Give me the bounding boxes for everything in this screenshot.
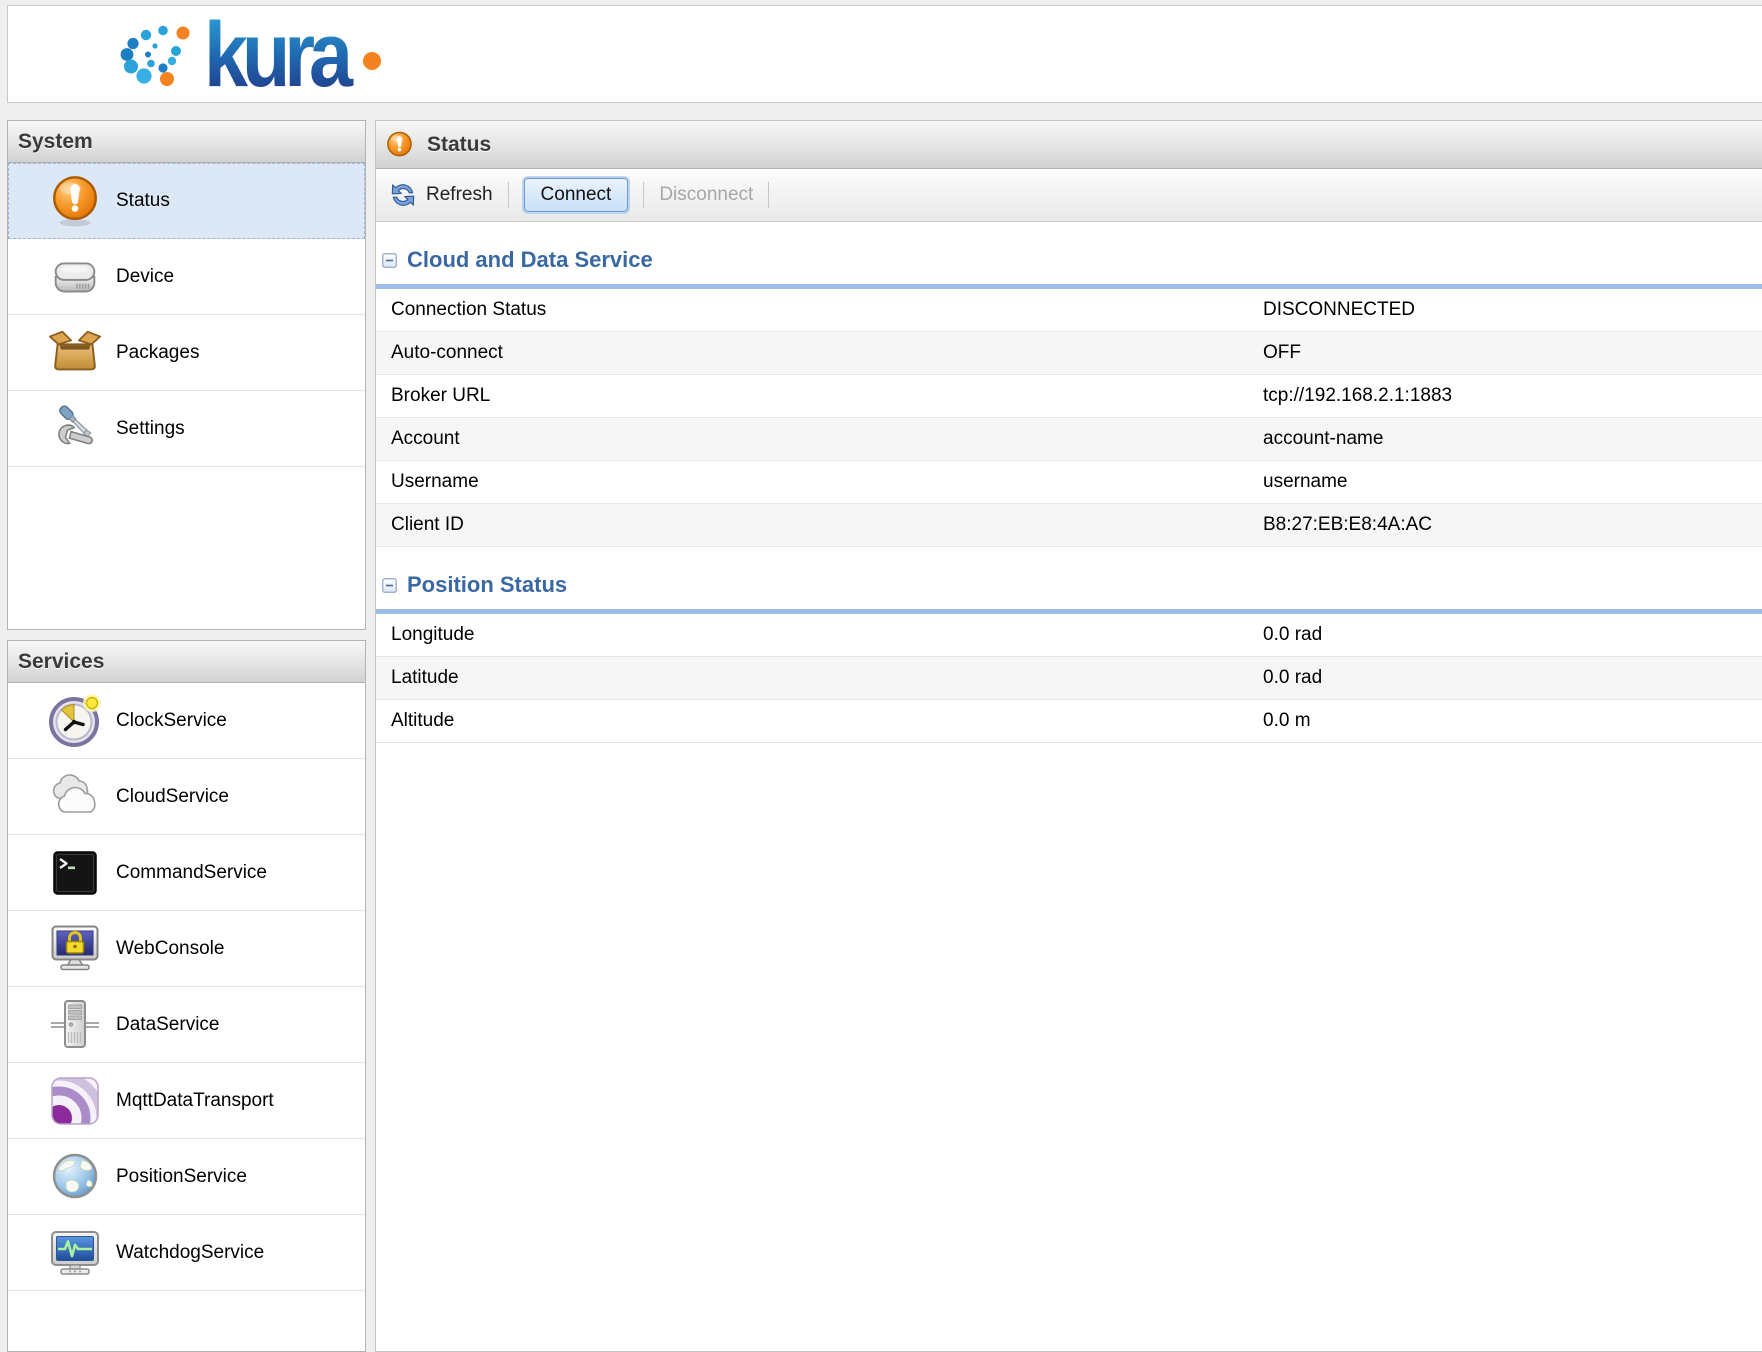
hard-drive-icon: [44, 246, 106, 308]
toolbar: Refresh Connect Disconnect: [376, 169, 1762, 222]
status-alert-icon: [44, 170, 106, 232]
row-label: Client ID: [391, 514, 1263, 536]
refresh-label: Refresh: [426, 184, 493, 206]
kura-logo-dots-icon: [121, 26, 190, 86]
sidebar-item-label: WebConsole: [116, 938, 224, 960]
collapse-icon[interactable]: [382, 253, 397, 268]
sidebar-item-cloudservice[interactable]: CloudService: [8, 759, 365, 835]
status-alert-icon: [385, 130, 414, 159]
sidebar-item-clockservice[interactable]: ClockService: [8, 683, 365, 759]
panel-header-services: Services: [8, 641, 365, 683]
sidebar-panel-system: System Status: [7, 120, 366, 630]
globe-icon: [44, 1146, 106, 1208]
sidebar-item-label: ClockService: [116, 710, 227, 732]
row-label: Auto-connect: [391, 342, 1263, 364]
clouds-icon: [44, 766, 106, 828]
section-header: Position Status: [376, 547, 1762, 609]
row-label: Username: [391, 471, 1263, 493]
package-box-icon: [44, 322, 106, 384]
panel-header-system: System: [8, 121, 365, 163]
table-row: Auto-connect OFF: [376, 332, 1762, 375]
row-label: Latitude: [391, 667, 1263, 689]
sidebar-item-watchdogservice[interactable]: WatchdogService: [8, 1215, 365, 1291]
sidebar-item-device[interactable]: Device: [8, 239, 365, 315]
row-value: 0.0 m: [1263, 710, 1762, 732]
row-label: Broker URL: [391, 385, 1263, 407]
table-row: Username username: [376, 461, 1762, 504]
signal-arcs-icon: [44, 1070, 106, 1132]
disconnect-button[interactable]: Disconnect: [659, 184, 753, 206]
sidebar-item-settings[interactable]: Settings: [8, 391, 365, 467]
kura-logo-a-dot-icon: [363, 52, 381, 70]
row-value: username: [1263, 471, 1762, 493]
row-label: Longitude: [391, 624, 1263, 646]
table-row: Latitude 0.0 rad: [376, 657, 1762, 700]
monitor-heartbeat-icon: [44, 1222, 106, 1284]
connect-button[interactable]: Connect: [524, 178, 629, 212]
sidebar-item-label: Settings: [116, 418, 185, 440]
status-table: Connection Status DISCONNECTED Auto-conn…: [376, 289, 1762, 547]
sidebar-item-label: Packages: [116, 342, 199, 364]
section-title: Cloud and Data Service: [407, 247, 653, 273]
sidebar-item-label: DataService: [116, 1014, 220, 1036]
panel-title-services: Services: [18, 650, 104, 673]
section-position-status: Position Status Longitude 0.0 rad Latitu…: [376, 547, 1762, 743]
sidebar-item-label: Status: [116, 190, 170, 212]
page-title: Status: [427, 133, 491, 157]
sidebar-item-packages[interactable]: Packages: [8, 315, 365, 391]
toolbar-separator: [768, 182, 769, 208]
sidebar-item-label: CloudService: [116, 786, 229, 808]
sidebar-item-mqttdatatransport[interactable]: MqttDataTransport: [8, 1063, 365, 1139]
sidebar-item-dataservice[interactable]: DataService: [8, 987, 365, 1063]
table-row: Longitude 0.0 rad: [376, 614, 1762, 657]
row-label: Altitude: [391, 710, 1263, 732]
main-panel: Status Refresh Connect Disconnect: [375, 120, 1762, 1352]
refresh-button[interactable]: Refresh: [389, 181, 493, 209]
server-tower-icon: [44, 994, 106, 1056]
row-value: 0.0 rad: [1263, 667, 1762, 689]
row-value: OFF: [1263, 342, 1762, 364]
main-content: Cloud and Data Service Connection Status…: [376, 222, 1762, 743]
toolbar-separator: [508, 182, 509, 208]
row-value: 0.0 rad: [1263, 624, 1762, 646]
sidebar-item-label: WatchdogService: [116, 1242, 264, 1264]
row-value: tcp://192.168.2.1:1883: [1263, 385, 1762, 407]
panel-title-system: System: [18, 130, 93, 153]
section-header: Cloud and Data Service: [376, 222, 1762, 284]
page-title-bar: Status: [376, 121, 1762, 169]
toolbar-separator: [643, 182, 644, 208]
sidebar-item-label: Device: [116, 266, 174, 288]
kura-logo: kura: [104, 12, 416, 98]
row-value: DISCONNECTED: [1263, 299, 1762, 321]
table-row: Altitude 0.0 m: [376, 700, 1762, 743]
refresh-icon: [389, 181, 417, 209]
sidebar-item-commandservice[interactable]: CommandService: [8, 835, 365, 911]
table-row: Connection Status DISCONNECTED: [376, 289, 1762, 332]
sidebar-item-webconsole[interactable]: WebConsole: [8, 911, 365, 987]
row-value: account-name: [1263, 428, 1762, 450]
table-row: Broker URL tcp://192.168.2.1:1883: [376, 375, 1762, 418]
terminal-icon: [44, 842, 106, 904]
monitor-lock-icon: [44, 918, 106, 980]
sidebar-item-label: PositionService: [116, 1166, 247, 1188]
table-row: Client ID B8:27:EB:E8:4A:AC: [376, 504, 1762, 547]
row-label: Account: [391, 428, 1263, 450]
row-value: B8:27:EB:E8:4A:AC: [1263, 514, 1762, 536]
sidebar-item-status[interactable]: Status: [8, 163, 365, 239]
tools-icon: [44, 398, 106, 460]
section-cloud-and-data-service: Cloud and Data Service Connection Status…: [376, 222, 1762, 547]
section-title: Position Status: [407, 572, 567, 598]
position-table: Longitude 0.0 rad Latitude 0.0 rad Altit…: [376, 614, 1762, 743]
sidebar-panel-services: Services ClockService CloudService: [7, 640, 366, 1352]
kura-logo-text: kura: [204, 12, 354, 98]
sidebar-item-label: CommandService: [116, 862, 267, 884]
table-row: Account account-name: [376, 418, 1762, 461]
sidebar-item-label: MqttDataTransport: [116, 1090, 274, 1112]
sidebar-item-positionservice[interactable]: PositionService: [8, 1139, 365, 1215]
top-header: kura: [7, 5, 1762, 103]
row-label: Connection Status: [391, 299, 1263, 321]
clock-icon: [44, 690, 106, 752]
collapse-icon[interactable]: [382, 578, 397, 593]
